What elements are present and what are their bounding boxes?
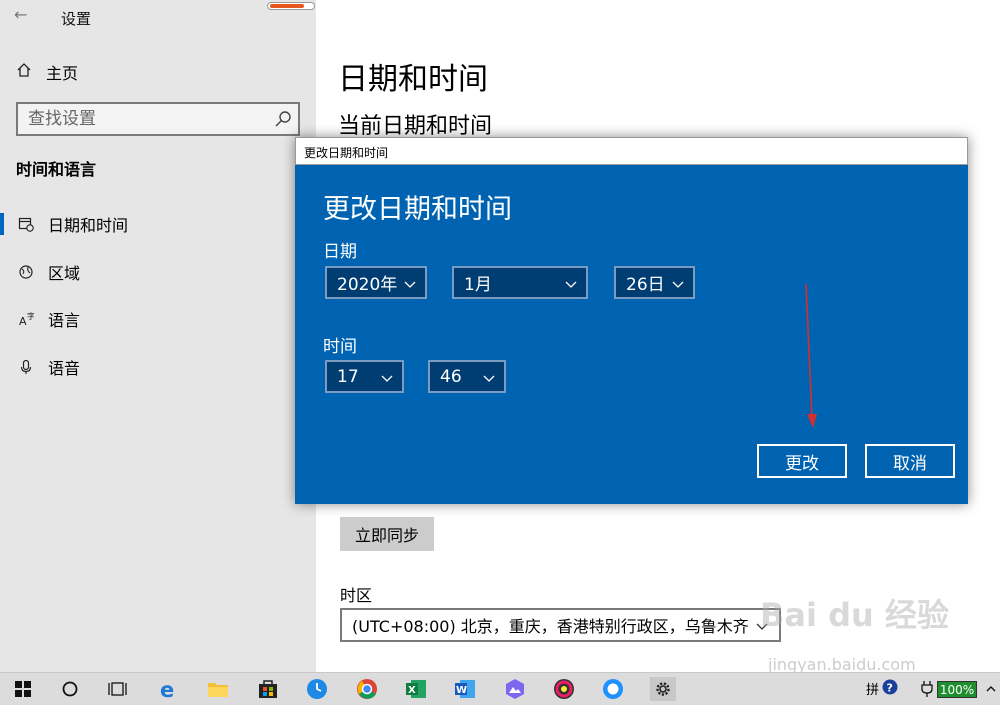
- sidebar-item-language[interactable]: A字 语言: [0, 297, 316, 341]
- ime-indicator[interactable]: 拼: [866, 679, 879, 698]
- window-title: 设置: [61, 10, 92, 28]
- page-subtitle: 当前日期和时间: [338, 114, 493, 139]
- settings-gear-icon[interactable]: [650, 677, 676, 701]
- page-title: 日期和时间: [338, 62, 488, 97]
- chevron-down-icon: [671, 276, 685, 296]
- settings-sidebar: ← 设置 主页 时间和语言 日期和时间 区域 A字 语言: [0, 0, 316, 672]
- sidebar-item-speech[interactable]: 语音: [0, 345, 316, 389]
- svg-text:A: A: [19, 315, 27, 327]
- year-select[interactable]: 2020年: [325, 266, 427, 299]
- dialog-heading: 更改日期和时间: [323, 194, 512, 225]
- svg-text:?: ?: [887, 682, 893, 695]
- timezone-select[interactable]: (UTC+08:00) 北京，重庆，香港特别行政区，乌鲁木齐: [340, 608, 781, 642]
- word-icon[interactable]: W: [453, 677, 477, 701]
- year-value: 2020年: [337, 275, 398, 295]
- sidebar-item-label: 区域: [48, 264, 81, 283]
- sidebar-item-region[interactable]: 区域: [0, 250, 316, 294]
- hour-select[interactable]: 17: [325, 360, 404, 393]
- sidebar-item-date-time[interactable]: 日期和时间: [0, 202, 316, 246]
- microphone-icon: [16, 359, 36, 375]
- time-label: 时间: [323, 337, 357, 357]
- language-icon: A字: [16, 311, 36, 327]
- timezone-value: (UTC+08:00) 北京，重庆，香港特别行政区，乌鲁木齐: [352, 617, 749, 636]
- search-circle-icon[interactable]: [58, 677, 82, 701]
- store-icon[interactable]: [256, 677, 280, 701]
- svg-text:W: W: [456, 685, 467, 696]
- svg-text:X: X: [408, 685, 416, 696]
- clock-app-icon[interactable]: [305, 677, 329, 701]
- edge-browser-icon[interactable]: e: [157, 677, 181, 701]
- section-title: 时间和语言: [16, 160, 97, 179]
- chevron-down-icon: [403, 276, 417, 296]
- chevron-down-icon: [380, 370, 394, 390]
- chevron-down-icon: [564, 276, 578, 296]
- change-date-time-dialog: 更改日期和时间 更改日期和时间 日期 2020年 1月 26日 时间 17 46…: [295, 137, 968, 504]
- file-explorer-icon[interactable]: [206, 677, 230, 701]
- month-select[interactable]: 1月: [452, 266, 588, 299]
- change-button[interactable]: 更改: [757, 444, 847, 478]
- nav-home[interactable]: 主页: [16, 60, 78, 84]
- top-progress-fill: [270, 4, 304, 8]
- search-box: [16, 102, 300, 136]
- sidebar-item-label: 日期和时间: [48, 216, 129, 235]
- minute-select[interactable]: 46: [428, 360, 506, 393]
- day-select[interactable]: 26日: [614, 266, 695, 299]
- browser-app-icon[interactable]: [601, 677, 625, 701]
- globe-icon: [16, 264, 36, 280]
- search-icon[interactable]: [274, 110, 292, 128]
- search-input[interactable]: [18, 104, 268, 134]
- hour-value: 17: [337, 366, 359, 387]
- chevron-down-icon: [482, 370, 496, 390]
- home-icon: [16, 62, 32, 82]
- day-value: 26日: [626, 275, 665, 295]
- taskbar: e X W 拼 ? 100%: [0, 672, 1000, 705]
- back-arrow-icon[interactable]: ←: [14, 5, 27, 24]
- watermark-logo: Bai du 经验: [760, 596, 949, 634]
- start-windows-icon[interactable]: [11, 677, 35, 701]
- minute-value: 46: [440, 366, 462, 387]
- help-icon[interactable]: ?: [882, 679, 898, 695]
- svg-text:字: 字: [27, 311, 34, 321]
- nav-home-label: 主页: [46, 64, 79, 83]
- top-progress-bar: [267, 2, 315, 10]
- battery-indicator[interactable]: 100%: [937, 681, 977, 698]
- power-plug-icon: [919, 680, 935, 698]
- photos-app-icon[interactable]: [503, 677, 527, 701]
- sync-now-button[interactable]: 立即同步: [340, 517, 434, 551]
- dialog-titlebar: 更改日期和时间: [295, 137, 968, 165]
- svg-text:e: e: [160, 678, 174, 700]
- month-value: 1月: [464, 275, 492, 295]
- chrome-icon[interactable]: [355, 677, 379, 701]
- calendar-clock-icon: [16, 216, 36, 232]
- chevron-up-icon[interactable]: [984, 677, 998, 701]
- excel-icon[interactable]: X: [404, 677, 428, 701]
- task-view-icon[interactable]: [106, 677, 130, 701]
- sidebar-item-label: 语言: [48, 311, 81, 330]
- dialog-window-title: 更改日期和时间: [304, 146, 389, 160]
- timezone-label: 时区: [340, 586, 373, 605]
- date-label: 日期: [323, 242, 357, 262]
- color-app-icon[interactable]: [552, 677, 576, 701]
- cancel-button[interactable]: 取消: [865, 444, 955, 478]
- sidebar-item-label: 语音: [48, 359, 81, 378]
